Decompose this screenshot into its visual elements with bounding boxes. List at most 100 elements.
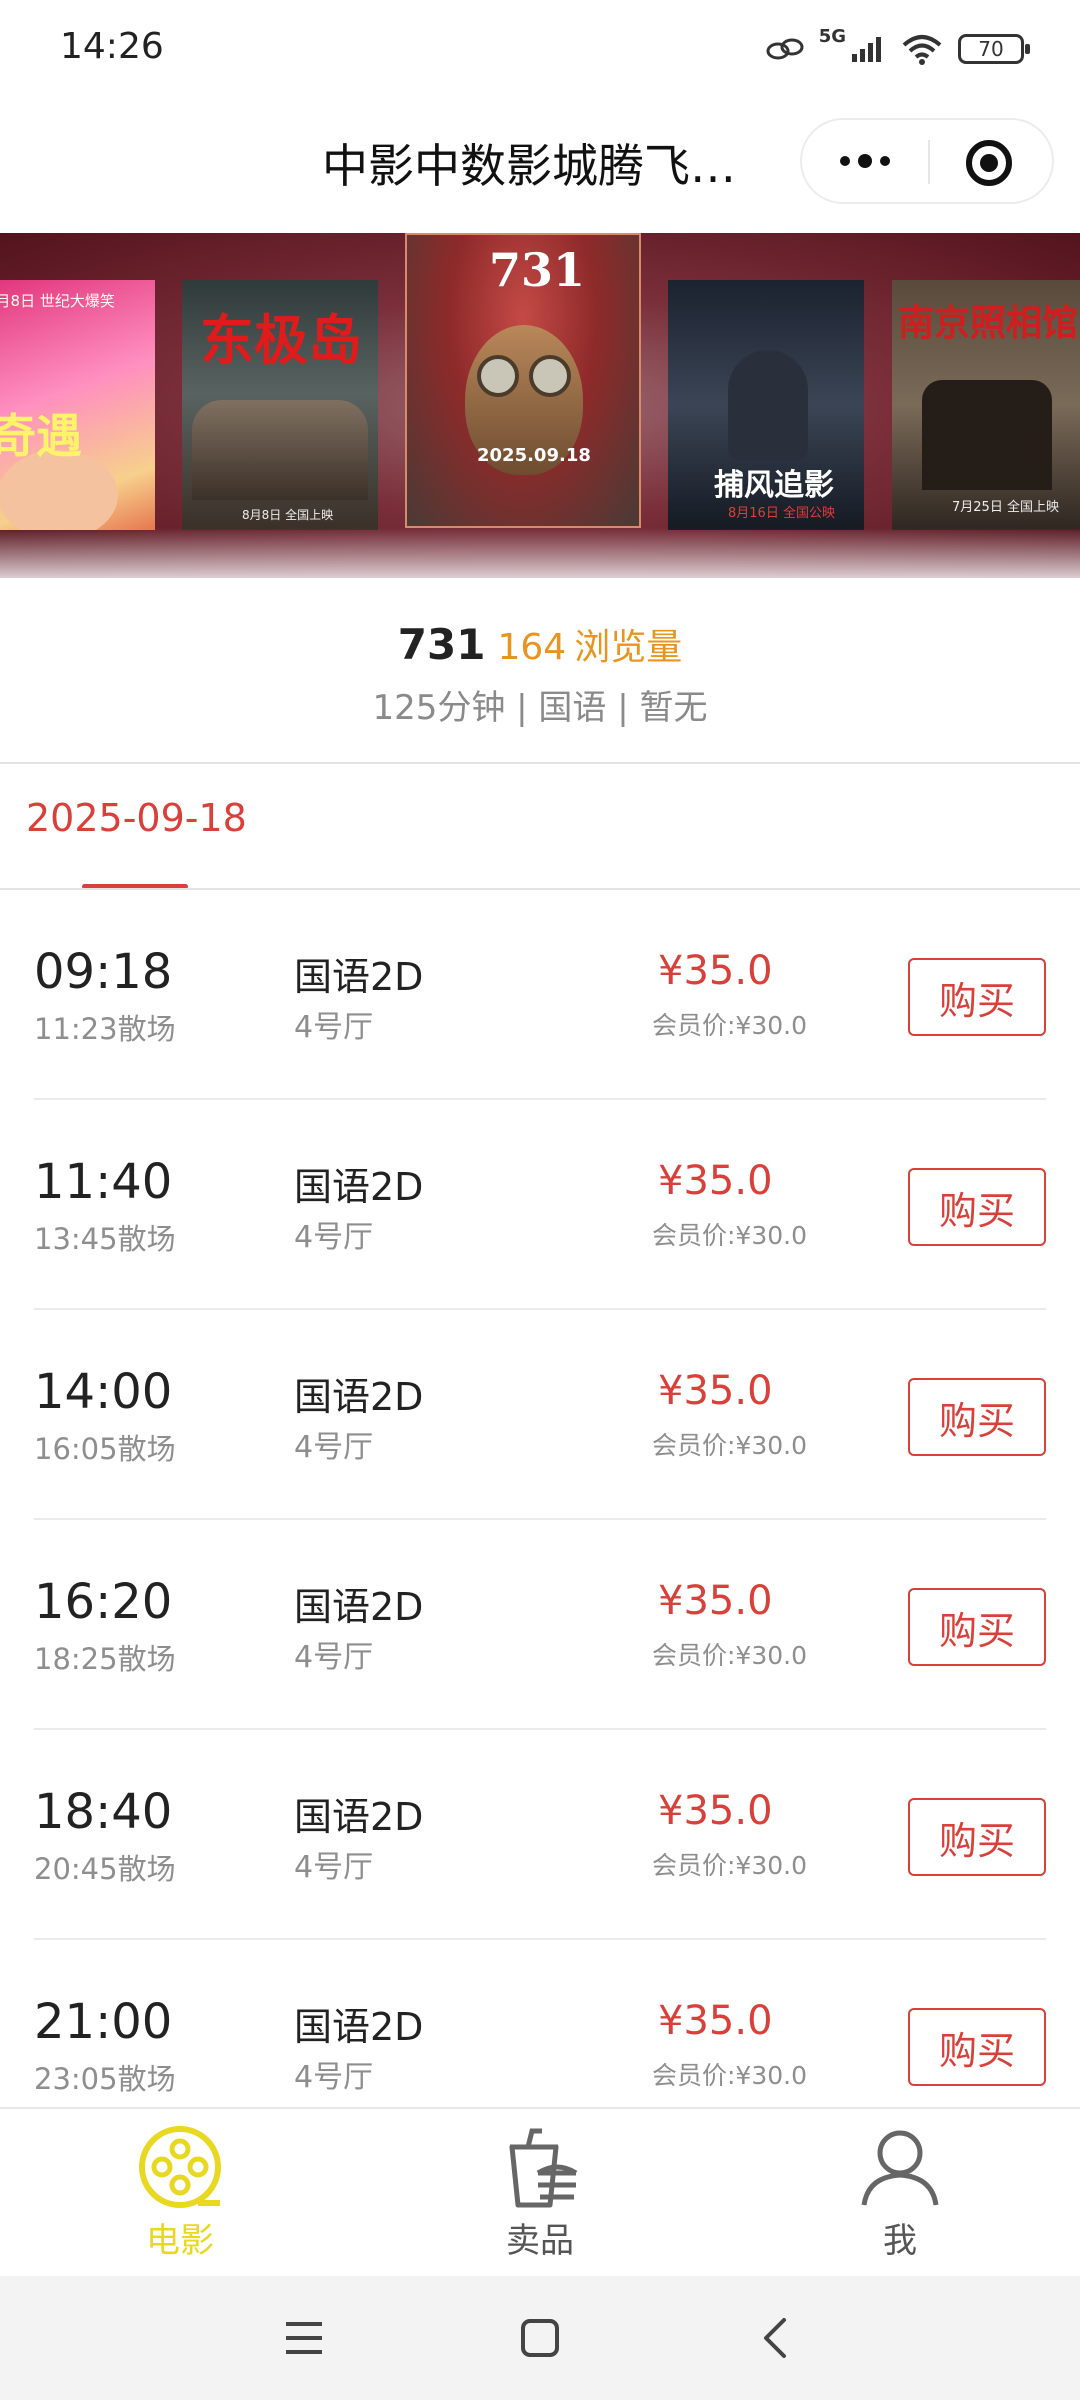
session-row: 14:00 16:05散场 国语2D 4号厅 ¥35.0 会员价:¥30.0 购… (0, 1310, 1080, 1520)
session-price: ¥35.0 (658, 1788, 773, 1834)
session-row: 09:18 11:23散场 国语2D 4号厅 ¥35.0 会员价:¥30.0 购… (0, 890, 1080, 1100)
poster-caption: 2025.09.18 (477, 445, 591, 466)
poster-artwork (922, 380, 1052, 490)
session-list[interactable]: 09:18 11:23散场 国语2D 4号厅 ¥35.0 会员价:¥30.0 购… (0, 890, 1080, 2110)
poster-nanjing[interactable]: 南京照相馆 7月25日 全国上映 (892, 280, 1080, 530)
film-reel-icon (139, 2126, 221, 2208)
poster-artwork (192, 400, 368, 500)
buy-button[interactable]: 购买 (908, 1378, 1046, 1456)
poster-bufengzhuiying[interactable]: 捕风追影 8月16日 全国公映 (668, 280, 864, 530)
network-label: 5G (818, 26, 846, 47)
battery-level: 70 (978, 37, 1004, 61)
session-hall: 4号厅 (294, 1850, 374, 1885)
session-price: ¥35.0 (658, 948, 773, 994)
session-language: 国语2D (294, 1585, 424, 1629)
tab-label: 我 (883, 2221, 917, 2261)
more-icon[interactable] (802, 120, 928, 202)
session-hall: 4号厅 (294, 1640, 374, 1675)
session-price: ¥35.0 (658, 1158, 773, 1204)
poster-artwork (529, 355, 571, 397)
session-hall: 4号厅 (294, 1010, 374, 1045)
poster-caption: 8月8日 全国上映 (242, 508, 334, 522)
poster-artwork (728, 350, 808, 460)
link-icon (766, 38, 804, 60)
poster-caption: 8月16日 全国公映 (728, 506, 835, 521)
session-price: ¥35.0 (658, 1998, 773, 2044)
session-member-price: 会员价:¥30.0 (652, 1851, 807, 1880)
poster-dongjidao[interactable]: 东极岛 8月8日 全国上映 (182, 280, 378, 530)
session-end-time: 11:23散场 (34, 1012, 176, 1046)
session-end-time: 23:05散场 (34, 2062, 176, 2096)
session-start-time: 14:00 (34, 1364, 173, 1420)
poster-title: 南京照相馆 (898, 302, 1079, 344)
poster-qiyu[interactable]: 8月8日 世纪大爆笑 奇遇 (0, 280, 155, 530)
session-language: 国语2D (294, 955, 424, 999)
session-price: ¥35.0 (658, 1578, 773, 1624)
poster-artwork (477, 355, 519, 397)
tab-snack[interactable]: 卖品 (440, 2109, 640, 2277)
capsule-divider (928, 140, 930, 184)
divider (0, 762, 1080, 764)
session-start-time: 16:20 (34, 1574, 173, 1630)
battery-icon: 70 (958, 34, 1030, 64)
session-start-time: 11:40 (34, 1154, 173, 1210)
session-member-price: 会员价:¥30.0 (652, 1011, 807, 1040)
session-hall: 4号厅 (294, 2060, 374, 2095)
cup-icon (509, 2128, 578, 2208)
menu-icon[interactable] (272, 2306, 336, 2370)
session-row: 11:40 13:45散场 国语2D 4号厅 ¥35.0 会员价:¥30.0 购… (0, 1100, 1080, 1310)
session-member-price: 会员价:¥30.0 (652, 1431, 807, 1460)
bottom-tab-bar: 电影 卖品 我 (0, 2107, 1080, 2275)
movie-title-row: 731 164 浏览量 (0, 618, 1080, 670)
session-language: 国语2D (294, 1375, 424, 1419)
session-start-time: 21:00 (34, 1994, 173, 2050)
wifi-icon (902, 35, 942, 65)
poster-title: 东极岛 (200, 308, 362, 372)
back-icon[interactable] (744, 2306, 808, 2370)
poster-title: 捕风追影 (714, 468, 834, 503)
page-title: 中影中数影城腾飞… (322, 139, 736, 193)
tab-label: 电影 (146, 2221, 214, 2261)
buy-button[interactable]: 购买 (908, 1588, 1046, 1666)
tab-me[interactable]: 我 (800, 2109, 1000, 2277)
poster-title: 奇遇 (0, 409, 82, 463)
date-tab-selected[interactable]: 2025-09-18 (26, 796, 247, 840)
system-navigation-bar (0, 2276, 1080, 2400)
title-bar: 中影中数影城腾飞… (0, 100, 1080, 230)
movie-title: 731 (397, 620, 486, 669)
tab-label: 卖品 (506, 2221, 574, 2261)
session-member-price: 会员价:¥30.0 (652, 2061, 807, 2090)
tab-film[interactable]: 电影 (80, 2109, 280, 2277)
poster-731-selected[interactable]: 731 2025.09.18 (405, 233, 641, 528)
session-price: ¥35.0 (658, 1368, 773, 1414)
buy-button[interactable]: 购买 (908, 1168, 1046, 1246)
buy-button[interactable]: 购买 (908, 2008, 1046, 2086)
session-language: 国语2D (294, 1165, 424, 1209)
session-end-time: 13:45散场 (34, 1222, 176, 1256)
user-icon (861, 2130, 939, 2206)
session-hall: 4号厅 (294, 1430, 374, 1465)
poster-caption: 7月25日 全国上映 (952, 500, 1059, 515)
mini-program-capsule (800, 118, 1054, 204)
session-language: 国语2D (294, 2005, 424, 2049)
poster-caption: 8月8日 世纪大爆笑 (0, 292, 115, 310)
session-start-time: 18:40 (34, 1784, 173, 1840)
view-count: 164 (497, 627, 567, 668)
home-icon[interactable] (508, 2306, 572, 2370)
close-mini-program-icon[interactable] (966, 140, 1012, 186)
session-member-price: 会员价:¥30.0 (652, 1641, 807, 1670)
buy-button[interactable]: 购买 (908, 958, 1046, 1036)
poster-title: 731 (489, 243, 586, 297)
session-member-price: 会员价:¥30.0 (652, 1221, 807, 1250)
session-start-time: 09:18 (34, 944, 173, 1000)
session-row: 21:00 23:05散场 国语2D 4号厅 ¥35.0 会员价:¥30.0 购… (0, 1940, 1080, 2110)
session-end-time: 16:05散场 (34, 1432, 176, 1466)
session-row: 18:40 20:45散场 国语2D 4号厅 ¥35.0 会员价:¥30.0 购… (0, 1730, 1080, 1940)
status-icons: 5G 70 (765, 26, 1030, 72)
status-bar: 14:26 5G 70 (0, 0, 1080, 100)
session-language: 国语2D (294, 1795, 424, 1839)
status-time: 14:26 (60, 26, 164, 67)
buy-button[interactable]: 购买 (908, 1798, 1046, 1876)
session-end-time: 20:45散场 (34, 1852, 176, 1886)
poster-carousel[interactable]: 8月8日 世纪大爆笑 奇遇 东极岛 8月8日 全国上映 731 2025.09.… (0, 233, 1080, 578)
